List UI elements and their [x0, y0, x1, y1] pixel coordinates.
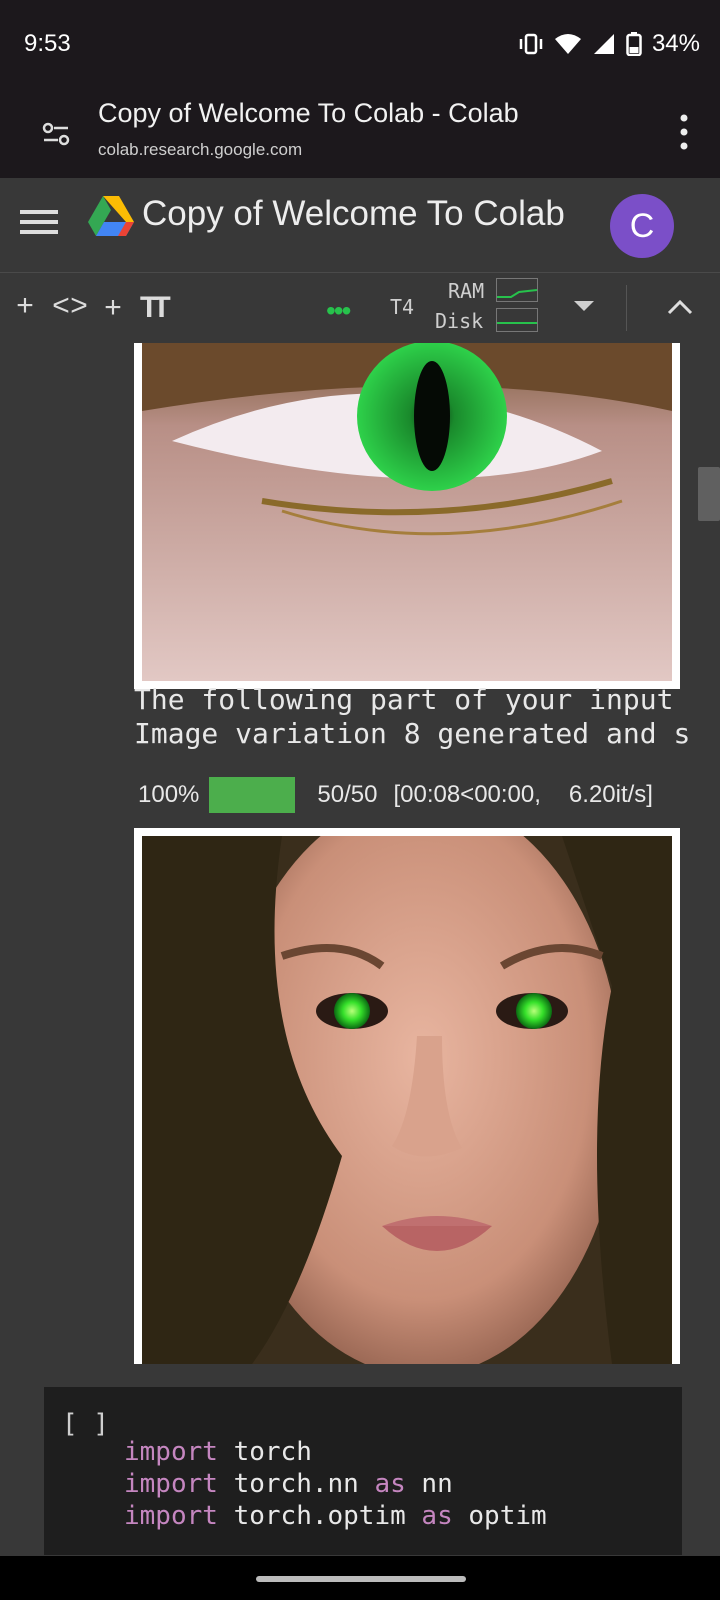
- notebook-title[interactable]: Copy of Welcome To Colab: [142, 194, 565, 234]
- add-code-button[interactable]: + <>: [16, 291, 88, 325]
- notebook-toolbar: + <> + TT ••• T4 RAM Disk: [0, 272, 720, 344]
- chevron-up-icon[interactable]: [666, 297, 694, 317]
- wifi-icon: [554, 34, 581, 54]
- portrait-image: [142, 836, 672, 1364]
- progress-row: 100% 50/50 [00:08<00:00, 6.20it/s]: [138, 775, 653, 815]
- code-keyword: import: [124, 1469, 218, 1499]
- status-icons: 34%: [518, 30, 700, 58]
- more-vert-icon[interactable]: [678, 112, 690, 152]
- runtime-status-icon[interactable]: •••: [326, 295, 351, 327]
- google-drive-icon[interactable]: [88, 196, 134, 238]
- dropdown-caret-icon[interactable]: [574, 301, 594, 311]
- colab-header: Copy of Welcome To Colab C: [0, 178, 720, 272]
- vibrate-icon: [519, 33, 543, 55]
- portrait-image-area: [142, 836, 672, 1364]
- page-title[interactable]: Copy of Welcome To Colab - Colab: [98, 98, 519, 129]
- runtime-type[interactable]: T4: [390, 295, 414, 319]
- code-keyword: as: [374, 1469, 406, 1499]
- eye-image: [142, 343, 672, 681]
- progress-steps: 50/50: [317, 781, 378, 808]
- toolbar-divider: [626, 285, 627, 331]
- add-text-plus: +: [104, 293, 141, 327]
- status-bar: 9:53 34%: [0, 0, 720, 88]
- output-image-portrait: [134, 828, 680, 1364]
- code-text: optim: [452, 1501, 547, 1531]
- page-url[interactable]: colab.research.google.com: [98, 140, 302, 160]
- status-time: 9:53: [24, 30, 71, 57]
- avatar[interactable]: C: [610, 194, 674, 258]
- progress-bar: [209, 777, 296, 813]
- battery-icon: [626, 32, 642, 56]
- progress-timing: [00:08<00:00,: [393, 781, 541, 808]
- add-text-button[interactable]: + TT: [104, 291, 171, 327]
- ram-label[interactable]: RAM: [448, 279, 484, 303]
- code-line-1[interactable]: import torch: [124, 1437, 312, 1467]
- code-text: nn: [405, 1469, 453, 1499]
- code-line-2[interactable]: import torch.nn as nn: [124, 1469, 453, 1499]
- code-cell[interactable]: [ ] import torch import torch.nn as nn i…: [44, 1387, 682, 1555]
- run-cell-button[interactable]: [ ]: [62, 1409, 109, 1439]
- tune-icon[interactable]: [40, 118, 72, 150]
- disk-label[interactable]: Disk: [435, 309, 483, 333]
- code-keyword: import: [124, 1501, 218, 1531]
- disk-usage-graph[interactable]: [496, 308, 538, 332]
- system-nav-bar: [0, 1556, 720, 1600]
- home-gesture-handle[interactable]: [256, 1576, 466, 1582]
- progress-percent: 100%: [138, 781, 200, 808]
- scrollbar-thumb[interactable]: [698, 467, 720, 521]
- battery-percent: 34%: [651, 30, 700, 57]
- code-keyword: as: [421, 1501, 453, 1531]
- signal-icon: [593, 34, 614, 54]
- output-text-line-1: The following part of your input: [134, 683, 674, 716]
- code-text: torch.optim: [217, 1501, 422, 1531]
- eye-image-area: [142, 343, 672, 681]
- notebook-content[interactable]: The following part of your input Image v…: [0, 343, 720, 1555]
- progress-rate: 6.20it/s]: [568, 781, 653, 808]
- code-line-3[interactable]: import torch.optim as optim: [124, 1501, 547, 1531]
- output-text-line-2: Image variation 8 generated and s: [134, 717, 691, 750]
- browser-url-bar: Copy of Welcome To Colab - Colab colab.r…: [0, 88, 720, 179]
- menu-icon[interactable]: [20, 206, 58, 238]
- ram-usage-graph[interactable]: [496, 278, 538, 302]
- code-keyword: import: [124, 1437, 218, 1467]
- text-format-icon: TT: [140, 291, 171, 324]
- code-text: torch: [217, 1437, 312, 1467]
- output-image-eye: [134, 343, 680, 689]
- code-text: torch.nn: [217, 1469, 375, 1499]
